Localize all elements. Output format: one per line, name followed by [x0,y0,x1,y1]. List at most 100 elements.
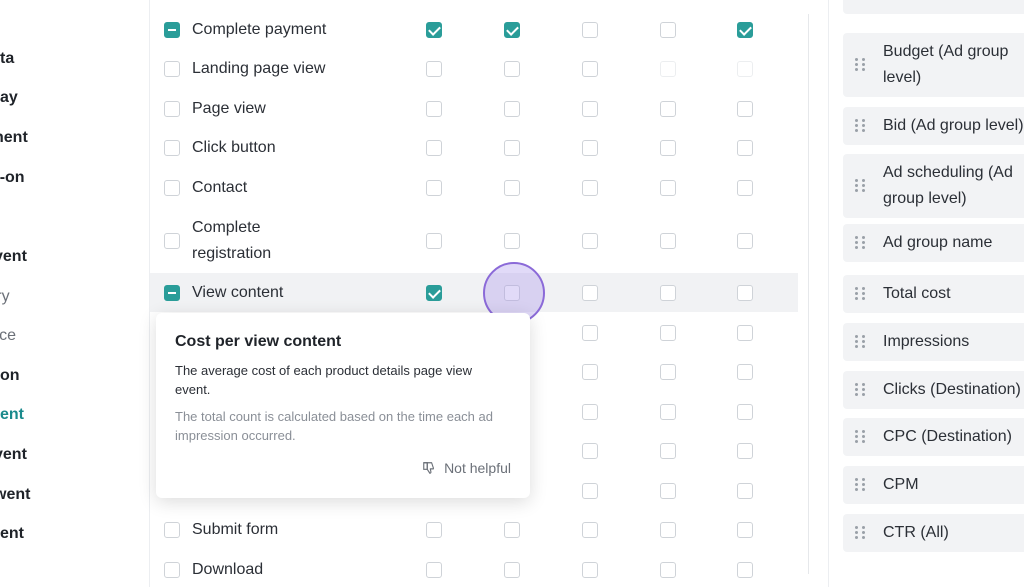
metric-checkbox[interactable] [737,284,753,301]
metric-checkbox[interactable] [737,442,753,459]
metric-checkbox[interactable] [660,232,676,249]
metric-checkbox[interactable] [426,284,442,301]
selected-metric-item[interactable]: Clicks (Destination) [843,371,1024,409]
metric-checkbox[interactable] [426,179,442,196]
metric-checkbox[interactable] [660,482,676,499]
metric-checkbox[interactable] [582,60,598,77]
drag-handle-icon[interactable] [855,526,867,539]
metric-checkbox[interactable] [737,363,753,380]
metric-checkbox[interactable] [660,179,676,196]
metric-checkbox[interactable] [582,561,598,578]
selected-metric-item[interactable]: Ad group name [843,224,1024,262]
metric-checkbox[interactable] [582,139,598,156]
row-select-checkbox[interactable] [164,284,180,301]
metric-checkbox[interactable] [660,139,676,156]
drag-handle-icon[interactable] [855,478,867,491]
metric-checkbox[interactable] [504,561,520,578]
metric-checkbox[interactable] [504,60,520,77]
metric-checkbox[interactable] [582,482,598,499]
metric-checkbox[interactable] [426,561,442,578]
sidebar-item[interactable]: vent [0,245,149,269]
metric-checkbox[interactable] [426,139,442,156]
metric-checkbox[interactable] [737,21,753,38]
metric-checkbox[interactable] [426,21,442,38]
metric-checkbox[interactable] [582,363,598,380]
metric-checkbox[interactable] [504,100,520,117]
metric-checkbox[interactable] [582,403,598,420]
drag-handle-icon[interactable] [855,383,867,396]
metric-checkbox[interactable] [426,60,442,77]
sidebar-item[interactable]: ta [0,47,149,71]
drag-handle-icon[interactable] [855,58,867,71]
metric-checkbox[interactable] [426,521,442,538]
selected-metric-item[interactable]: Impressions [843,323,1024,361]
row-select-checkbox[interactable] [164,179,180,196]
drag-handle-icon[interactable] [855,119,867,132]
metric-checkbox[interactable] [582,442,598,459]
sidebar-item[interactable]: ent [0,403,149,427]
sidebar-item[interactable]: vent [0,443,149,467]
metric-checkbox[interactable] [582,521,598,538]
metric-checkbox[interactable] [504,139,520,156]
metric-checkbox[interactable] [737,100,753,117]
metric-checkbox[interactable] [582,324,598,341]
metric-checkbox[interactable] [426,100,442,117]
metric-checkbox[interactable] [660,521,676,538]
sidebar-item[interactable]: nent [0,126,149,150]
drag-handle-icon[interactable] [855,335,867,348]
row-select-checkbox[interactable] [164,60,180,77]
selected-metric-item-partial[interactable] [843,0,1024,14]
row-select-checkbox[interactable] [164,100,180,117]
selected-metric-item[interactable]: Total cost [843,275,1024,313]
metric-checkbox[interactable] [737,521,753,538]
metric-checkbox[interactable] [660,60,676,77]
metric-checkbox[interactable] [660,403,676,420]
sidebar-item[interactable]: c Type: Once [0,324,149,348]
metric-checkbox[interactable] [582,21,598,38]
selected-metric-item[interactable]: Bid (Ad group level) [843,107,1024,145]
metric-checkbox[interactable] [737,139,753,156]
sidebar-item[interactable]: ent [0,522,149,546]
metric-checkbox[interactable] [582,100,598,117]
metric-checkbox[interactable] [660,561,676,578]
metric-checkbox[interactable] [504,521,520,538]
metric-checkbox[interactable] [737,324,753,341]
row-select-checkbox[interactable] [164,561,180,578]
metric-checkbox[interactable] [660,21,676,38]
metric-checkbox[interactable] [737,232,753,249]
sidebar-item[interactable]: went [0,483,149,507]
metric-checkbox[interactable] [737,561,753,578]
metric-checkbox[interactable] [582,232,598,249]
metric-checkbox[interactable] [582,179,598,196]
row-select-checkbox[interactable] [164,232,180,249]
metric-checkbox[interactable] [426,232,442,249]
selected-metric-item[interactable]: CPC (Destination) [843,418,1024,456]
row-select-checkbox[interactable] [164,521,180,538]
metric-checkbox[interactable] [737,403,753,420]
drag-handle-icon[interactable] [855,236,867,249]
metric-checkbox[interactable] [660,324,676,341]
metric-checkbox[interactable] [737,60,753,77]
row-select-checkbox[interactable] [164,21,180,38]
sidebar-item[interactable]: ay [0,86,149,110]
metric-checkbox[interactable] [660,100,676,117]
selected-metric-item[interactable]: Budget (Ad group level) [843,33,1024,97]
metric-checkbox[interactable] [660,284,676,301]
metric-checkbox[interactable] [660,363,676,380]
drag-handle-icon[interactable] [855,430,867,443]
selected-metric-item[interactable]: CPM [843,466,1024,504]
metric-checkbox[interactable] [660,442,676,459]
drag-handle-icon[interactable] [855,287,867,300]
sidebar-item[interactable]: ve add-on [0,166,149,190]
sidebar-item[interactable]: c Type: Every [0,285,149,309]
metric-checkbox[interactable] [582,284,598,301]
metric-checkbox[interactable] [504,232,520,249]
selected-metric-item[interactable]: CTR (All) [843,514,1024,552]
metric-checkbox[interactable] [504,179,520,196]
drag-handle-icon[interactable] [855,179,867,192]
sidebar-item[interactable]: on [0,364,149,388]
metric-checkbox[interactable] [504,21,520,38]
selected-metric-item[interactable]: Ad scheduling (Ad group level) [843,154,1024,218]
row-select-checkbox[interactable] [164,139,180,156]
not-helpful-button[interactable]: Not helpful [422,460,511,476]
